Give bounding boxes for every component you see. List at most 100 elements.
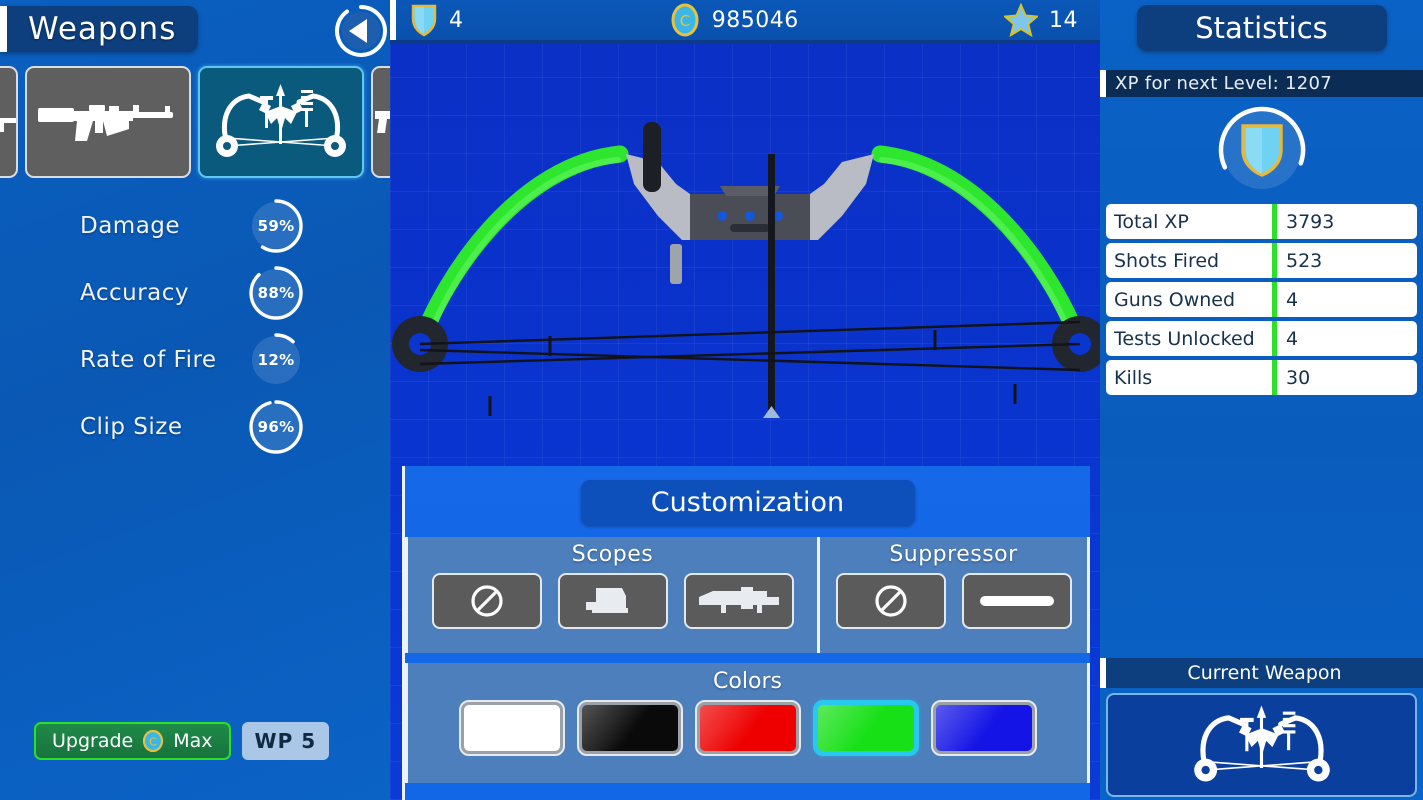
no-symbol-icon	[470, 585, 503, 617]
weapon-preview-panel: 4 C 985046 14 Customization Scopes Suppr…	[390, 0, 1100, 800]
scope-option-reddot[interactable]	[557, 573, 668, 629]
weapon-render	[390, 44, 1100, 464]
scope-option-none[interactable]	[431, 573, 542, 629]
weapon-stats-list: Damage 59% Accuracy 88% Rate of Fire 12%…	[0, 192, 340, 460]
weapons-panel: Weapons Damage 59% Accuracy 88% Rate of …	[0, 0, 390, 800]
star-icon	[1004, 3, 1039, 37]
scopes-options	[416, 573, 809, 629]
swatch-gloss	[463, 705, 560, 751]
weapon-tab-bow[interactable]	[198, 66, 364, 178]
table-row: Guns Owned 4	[1106, 282, 1417, 317]
hud-shield: 4	[410, 3, 464, 37]
weapon-tab-partial-right[interactable]	[371, 66, 390, 178]
xp-next-level-label: XP for next Level: 1207	[1115, 73, 1332, 94]
table-cell-value: 4	[1286, 288, 1299, 311]
scopes-group: Scopes	[408, 537, 820, 653]
current-weapon-label: Current Weapon	[1187, 662, 1342, 684]
game-screen: Weapons Damage 59% Accuracy 88% Rate of …	[0, 0, 1423, 800]
color-swatch-red[interactable]	[694, 700, 801, 756]
customization-title: Customization	[580, 480, 915, 525]
table-cell-key: Tests Unlocked	[1114, 327, 1255, 350]
table-cell-value: 3793	[1286, 210, 1335, 233]
upgrade-label: Upgrade	[52, 730, 134, 752]
hud-bar: 4 C 985046 14	[390, 0, 1100, 44]
suppressor-options	[828, 573, 1079, 629]
pistol-icon	[0, 118, 16, 132]
scope-option-scope[interactable]	[683, 573, 794, 629]
table-row: Kills 30	[1106, 360, 1417, 395]
weapon-stat-row: Rate of Fire 12%	[0, 326, 340, 393]
coin-icon: C	[143, 730, 164, 752]
weapon-tab-partial-left[interactable]	[0, 66, 18, 178]
level-shield-gauge	[1100, 97, 1423, 202]
weapon-tab-ak47[interactable]	[25, 66, 191, 178]
telescopic-scope-icon	[698, 587, 779, 613]
hud-coins: C 985046	[669, 2, 799, 38]
swatch-gloss	[699, 705, 796, 751]
hud-shield-value: 4	[449, 7, 464, 33]
weapon-stat-value: 12%	[257, 350, 295, 369]
weapon-stat-value: 88%	[257, 283, 295, 302]
table-cell-key: Total XP	[1114, 210, 1189, 233]
suppressor-option-on[interactable]	[961, 573, 1072, 629]
coin-icon: C	[671, 3, 699, 37]
table-cell-value: 4	[1286, 327, 1299, 350]
color-swatch-green[interactable]	[812, 700, 919, 756]
colors-group: Colors	[405, 663, 1090, 783]
shield-icon	[1240, 123, 1283, 177]
table-cell-value: 523	[1286, 249, 1323, 272]
weapon-stat-value: 96%	[257, 417, 295, 436]
red-dot-sight-icon	[585, 588, 628, 613]
colors-label: Colors	[713, 669, 782, 694]
table-row: Total XP 3793	[1106, 204, 1417, 239]
page-title-label: Weapons	[28, 11, 177, 47]
weapon-stat-row: Clip Size 96%	[0, 393, 340, 460]
suppressor-bar-icon	[979, 596, 1054, 606]
color-swatch-black[interactable]	[576, 700, 683, 756]
swatch-gloss	[581, 705, 678, 751]
weapon-points-badge[interactable]: WP 5	[241, 722, 330, 760]
back-button[interactable]	[333, 3, 389, 59]
table-cell-value: 30	[1286, 366, 1311, 389]
color-swatch-blue[interactable]	[930, 700, 1037, 756]
table-cell-key: Shots Fired	[1114, 249, 1220, 272]
compound-bow-icon	[216, 84, 346, 157]
svg-text:C: C	[680, 12, 690, 30]
upgrade-button[interactable]: Upgrade C Max	[34, 722, 231, 760]
suppressor-label: Suppressor	[889, 542, 1018, 567]
table-row: Tests Unlocked 4	[1106, 321, 1417, 356]
pistol-icon	[375, 111, 390, 133]
weapon-stat-gauge: 96%	[248, 399, 304, 455]
back-arrow-icon	[335, 5, 387, 58]
statistics-title: Statistics	[1136, 5, 1387, 51]
color-swatches	[408, 700, 1087, 756]
weapon-stat-gauge: 88%	[248, 265, 304, 321]
weapon-stat-label: Accuracy	[80, 279, 190, 306]
upgrade-cost-label: Max	[173, 730, 213, 752]
color-swatch-white[interactable]	[458, 700, 565, 756]
upgrade-row: Upgrade C Max WP 5	[34, 722, 330, 760]
title-accent-bar	[0, 6, 7, 52]
hud-accent-bar	[390, 0, 396, 40]
hud-stars: 14	[1004, 3, 1078, 37]
svg-text:C: C	[149, 736, 157, 749]
weapon-stat-gauge: 59%	[248, 198, 304, 254]
suppressor-option-none[interactable]	[835, 573, 946, 629]
no-symbol-icon	[874, 585, 907, 617]
weapon-stat-row: Accuracy 88%	[0, 259, 340, 326]
hud-stars-value: 14	[1049, 7, 1079, 33]
swatch-gloss	[935, 705, 1032, 751]
weapon-stat-gauge: 12%	[248, 332, 304, 388]
shield-icon	[411, 4, 437, 37]
weapon-tab-strip[interactable]	[0, 63, 390, 181]
table-cell-key: Kills	[1114, 366, 1153, 389]
statistics-panel: Statistics XP for next Level: 1207 Total…	[1100, 0, 1423, 800]
compound-bow-render	[392, 122, 1100, 418]
suppressor-group: Suppressor	[820, 537, 1087, 653]
customization-options-row: Scopes Suppressor	[405, 537, 1090, 653]
weapon-stat-label: Clip Size	[80, 413, 183, 440]
table-cell-key: Guns Owned	[1114, 288, 1236, 311]
hud-coins-value: 985046	[711, 7, 799, 33]
assault-rifle-icon	[38, 105, 173, 141]
current-weapon-preview	[1106, 693, 1417, 797]
